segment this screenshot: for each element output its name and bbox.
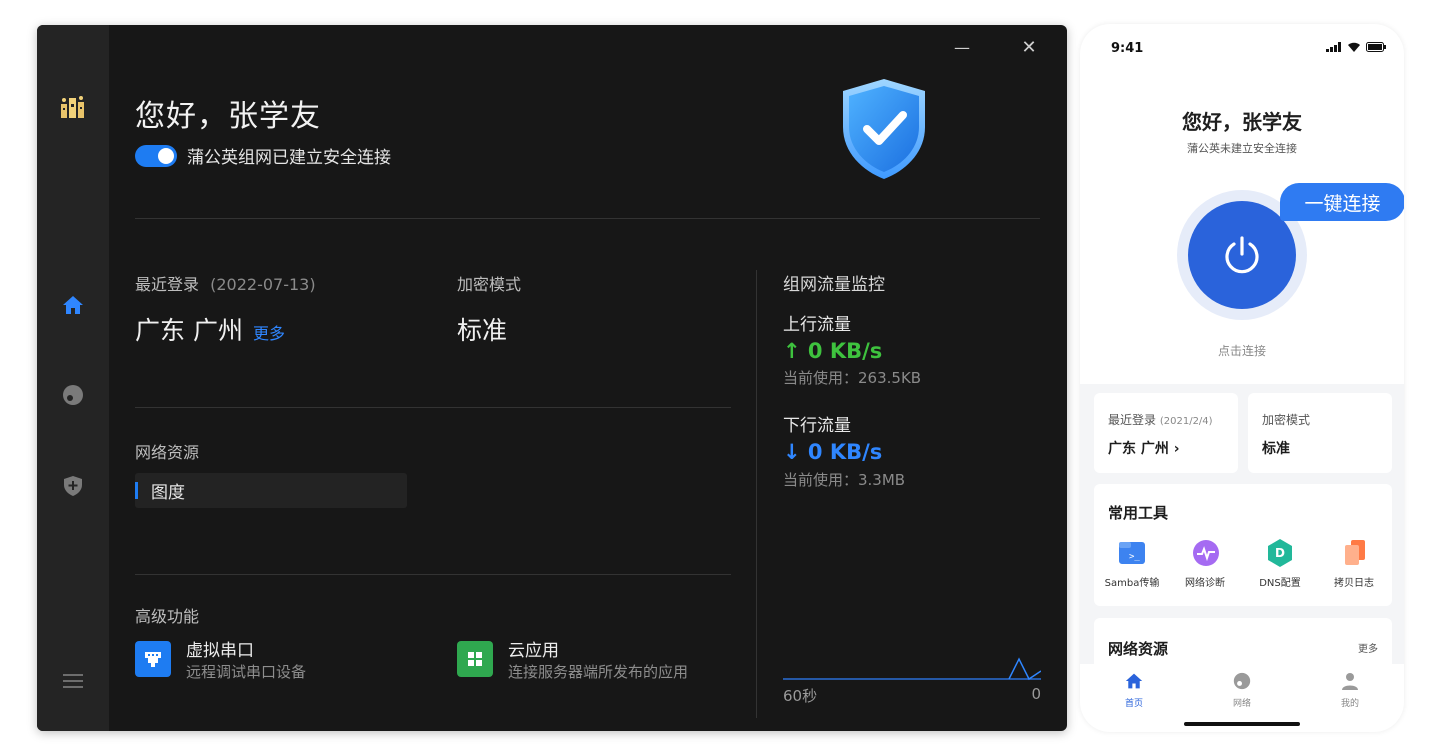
- network-icon[interactable]: [37, 375, 109, 415]
- svg-text:D: D: [1275, 546, 1285, 560]
- download-rate: ↓ 0 KB/s: [783, 440, 883, 464]
- feature-title: 云应用: [508, 641, 559, 661]
- chart-series-line: [1008, 657, 1041, 681]
- app-grid-icon: [457, 641, 493, 677]
- close-button[interactable]: ✕: [1014, 35, 1044, 59]
- vertical-divider: [756, 270, 757, 718]
- wifi-icon: [1348, 42, 1360, 52]
- tab-network[interactable]: 网络: [1212, 672, 1272, 709]
- battery-icon: [1366, 42, 1386, 52]
- divider: [135, 407, 731, 408]
- login-card[interactable]: 最近登录 (2021/2/4) 广东 广州 ›: [1094, 393, 1238, 473]
- tool-dns[interactable]: D DNS配置: [1242, 538, 1318, 589]
- signal-icon: [1326, 42, 1341, 52]
- tool-copy-log[interactable]: 拷贝日志: [1316, 538, 1392, 589]
- more-link[interactable]: 更多: [253, 324, 285, 343]
- tools-title: 常用工具: [1108, 504, 1169, 522]
- connection-toggle[interactable]: [135, 144, 177, 167]
- resources-more-link[interactable]: 更多: [1358, 640, 1378, 655]
- minimize-icon: —: [954, 37, 970, 57]
- resource-item[interactable]: 图度: [135, 473, 407, 508]
- tool-diagnosis[interactable]: 网络诊断: [1167, 538, 1243, 589]
- serial-port-icon: [135, 641, 171, 677]
- main-panel: — ✕ 您好，张学友 蒲公英组网已建立安全连接 最近登录 (2022-07-13…: [109, 25, 1067, 731]
- resources-title: 网络资源: [135, 443, 200, 462]
- tool-samba[interactable]: >_ Samba传输: [1094, 538, 1170, 589]
- sidebar: [37, 25, 109, 731]
- shield-check-icon: [839, 77, 929, 185]
- feature-cloud-app[interactable]: 云应用 连接服务器端所发布的应用: [457, 641, 688, 683]
- phone-notch: [1180, 24, 1304, 50]
- advanced-title: 高级功能: [135, 607, 200, 626]
- download-label: 下行流量: [783, 416, 851, 436]
- minimize-button[interactable]: —: [947, 35, 977, 59]
- phone-greeting: 您好，张学友: [1182, 110, 1302, 134]
- shield-plus-icon[interactable]: [37, 466, 109, 506]
- upload-rate: ↑ 0 KB/s: [783, 339, 883, 363]
- feature-subtitle: 连接服务器端所发布的应用: [508, 663, 689, 681]
- tools-card: 常用工具 >_ Samba传输 网络诊断 D DNS配置 拷贝日志: [1094, 484, 1392, 606]
- last-login-label: 最近登录 (2022-07-13): [135, 275, 316, 294]
- encryption-card: 加密模式 标准: [1248, 393, 1392, 473]
- svg-text:>_: >_: [1129, 552, 1140, 562]
- download-usage: 当前使用：3.3MB: [783, 471, 906, 489]
- chart-x-label: 60秒: [783, 687, 818, 705]
- connection-status: 蒲公英组网已建立安全连接: [135, 143, 391, 168]
- divider: [135, 218, 1040, 219]
- close-icon: ✕: [1021, 36, 1037, 58]
- login-location: 广东 广州 ›: [1108, 441, 1180, 457]
- network-icon: [1233, 672, 1251, 690]
- greeting-title: 您好，张学友: [135, 99, 321, 134]
- feature-virtual-serial[interactable]: 虚拟串口 远程调试串口设备: [135, 641, 306, 683]
- resource-item-label: 图度: [151, 483, 185, 503]
- feature-subtitle: 远程调试串口设备: [186, 663, 307, 681]
- login-location: 广东 广州 更多: [135, 316, 285, 345]
- click-connect-hint: 点击连接: [1217, 344, 1266, 358]
- status-bar-time: 9:41: [1111, 41, 1144, 56]
- one-click-connect-bubble[interactable]: 一键连接: [1280, 183, 1404, 221]
- feature-title: 虚拟串口: [186, 641, 254, 661]
- encryption-value: 标准: [457, 316, 508, 345]
- home-icon[interactable]: [37, 285, 109, 325]
- app-logo-icon: [37, 87, 109, 127]
- encryption-label: 加密模式: [457, 275, 522, 294]
- power-icon: [1225, 236, 1259, 274]
- divider: [135, 574, 731, 575]
- phone-screen: 9:41 您好，张学友 蒲公英未建立安全连接 一键连接 点击连接 最近登录 (2…: [1080, 24, 1404, 732]
- resources-title: 网络资源: [1108, 640, 1169, 658]
- user-icon: [1342, 673, 1358, 690]
- pulse-icon: [1188, 538, 1222, 568]
- tab-home[interactable]: 首页: [1104, 672, 1164, 709]
- traffic-title: 组网流量监控: [783, 275, 885, 295]
- last-login-date: (2022-07-13): [210, 275, 316, 294]
- copy-log-icon: [1337, 538, 1371, 568]
- traffic-chart: [783, 657, 1041, 681]
- menu-icon[interactable]: [37, 661, 109, 701]
- status-text: 蒲公英组网已建立安全连接: [187, 148, 391, 168]
- upload-usage: 当前使用：263.5KB: [783, 369, 922, 387]
- home-icon: [1125, 673, 1143, 689]
- upload-label: 上行流量: [783, 315, 851, 335]
- desktop-window: — ✕ 您好，张学友 蒲公英组网已建立安全连接 最近登录 (2022-07-13…: [37, 25, 1067, 731]
- chart-y-label: 0: [1031, 685, 1041, 703]
- folder-icon: >_: [1115, 538, 1149, 568]
- tab-bar: 首页 网络 我的: [1080, 664, 1404, 732]
- tab-me[interactable]: 我的: [1320, 672, 1380, 709]
- home-indicator: [1184, 722, 1300, 726]
- phone-status: 蒲公英未建立安全连接: [1187, 142, 1297, 155]
- dns-icon: D: [1263, 538, 1297, 568]
- status-bar-icons: [1326, 42, 1386, 52]
